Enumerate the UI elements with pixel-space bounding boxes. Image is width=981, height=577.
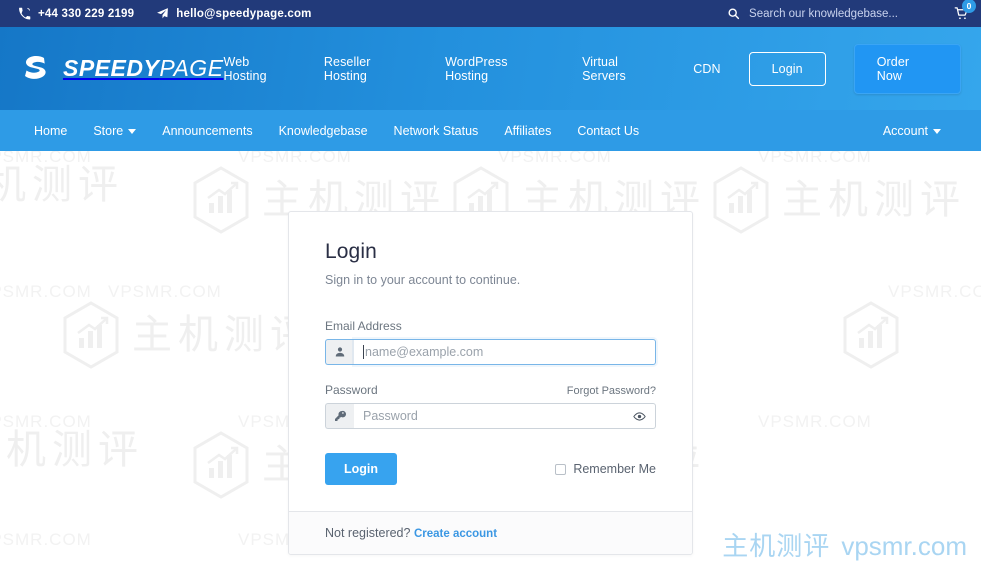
subnav-label: Contact Us	[577, 123, 640, 138]
subnav-label: Affiliates	[504, 123, 552, 138]
nav-item-web-hosting[interactable]: Web Hosting	[224, 55, 296, 83]
login-card: Login Sign in to your account to continu…	[288, 211, 693, 555]
order-now-button[interactable]: Order Now	[853, 43, 961, 94]
remember-me-checkbox[interactable]	[555, 463, 567, 475]
subnav-item-contact-us[interactable]: Contact Us	[577, 124, 639, 138]
chevron-down-icon	[128, 129, 137, 134]
subnav-item-announcements[interactable]: Announcements	[162, 124, 252, 138]
email-input-group[interactable]: name@example.com	[325, 339, 656, 365]
password-label: Password	[325, 383, 378, 397]
subnav-label: Network Status	[393, 123, 479, 138]
subnav-item-store[interactable]: Store	[93, 123, 137, 138]
watermark-en: vpsmr.com	[841, 531, 967, 561]
password-label-row: Password Forgot Password?	[325, 383, 656, 403]
brand-name-bold: SPEEDY	[63, 55, 160, 81]
login-submit-button[interactable]: Login	[325, 453, 398, 485]
subnav-label: Knowledgebase	[278, 123, 368, 138]
nav-item-wordpress-hosting[interactable]: WordPress Hosting	[445, 55, 554, 83]
brand-name-light: PAGE	[159, 55, 224, 81]
key-icon	[334, 410, 346, 422]
page-subtitle: Sign in to your account to continue.	[325, 273, 521, 287]
password-field[interactable]: Password	[354, 403, 656, 429]
remember-me-control[interactable]: Remember Me	[555, 462, 656, 476]
phone-number: +44 330 229 2199	[38, 7, 135, 20]
cart-button[interactable]: 0	[954, 0, 976, 21]
email-contact[interactable]: hello@speedypage.com	[156, 7, 311, 20]
paper-plane-icon	[156, 7, 169, 20]
cart-count-badge: 0	[962, 0, 976, 13]
remember-me-label: Remember Me	[573, 462, 656, 476]
main-content: Login Sign in to your account to continu…	[0, 151, 981, 577]
password-input-group[interactable]: Password	[325, 403, 656, 429]
nav-item-cdn[interactable]: CDN	[693, 62, 720, 76]
key-icon-prefix	[325, 403, 354, 429]
phone-contact[interactable]: +44 330 229 2199	[18, 7, 134, 20]
knowledgebase-search[interactable]: Search our knowledgebase...	[727, 7, 898, 20]
subnav-item-affiliates[interactable]: Affiliates	[504, 124, 551, 138]
search-input[interactable]: Search our knowledgebase...	[749, 8, 898, 20]
secondary-nav: Home Store Announcements Knowledgebase N…	[0, 110, 981, 151]
search-icon	[727, 7, 740, 20]
page-title: Login	[325, 240, 377, 263]
create-account-link[interactable]: Create account	[414, 528, 497, 540]
account-label: Account	[882, 123, 928, 138]
subnav-item-home[interactable]: Home	[34, 124, 67, 138]
login-card-body: Login Sign in to your account to continu…	[289, 212, 692, 511]
subnav-label: Store	[93, 123, 124, 138]
not-registered-text: Not registered?	[325, 526, 411, 540]
chevron-down-icon	[933, 129, 941, 134]
header-login-button[interactable]: Login	[748, 51, 826, 86]
password-placeholder: Password	[363, 409, 418, 423]
brand-logo[interactable]: SPEEDYPAGE	[22, 54, 224, 84]
site-watermark: 主机测评 vpsmr.com	[722, 526, 967, 563]
eye-icon	[633, 410, 646, 423]
subnav-label: Home	[34, 123, 68, 138]
user-icon-prefix	[325, 339, 354, 365]
email-address: hello@speedypage.com	[176, 7, 312, 20]
main-header: SPEEDYPAGE Web Hosting Reseller Hosting …	[0, 27, 981, 110]
email-label: Email Address	[325, 319, 402, 333]
subnav-label: Announcements	[162, 123, 253, 138]
utility-topbar: +44 330 229 2199 hello@speedypage.com Se…	[0, 0, 981, 27]
forgot-password-link[interactable]: Forgot Password?	[567, 385, 656, 397]
text-cursor	[363, 345, 364, 359]
speedypage-s-icon	[22, 54, 50, 84]
user-icon	[334, 346, 346, 358]
phone-icon	[18, 7, 31, 20]
page-root: 主机测评 主机测评 主机测评 主	[0, 0, 981, 577]
subnav-item-network-status[interactable]: Network Status	[394, 124, 479, 138]
toggle-password-visibility-button[interactable]	[633, 410, 646, 423]
email-placeholder: name@example.com	[365, 345, 484, 359]
subnav-item-knowledgebase[interactable]: Knowledgebase	[279, 124, 368, 138]
nav-item-reseller-hosting[interactable]: Reseller Hosting	[324, 55, 417, 83]
brand-name: SPEEDYPAGE	[63, 55, 224, 82]
login-actions: Login Remember Me	[325, 453, 656, 485]
primary-nav: Web Hosting Reseller Hosting WordPress H…	[224, 43, 961, 94]
email-field[interactable]: name@example.com	[354, 339, 656, 365]
nav-item-virtual-servers[interactable]: Virtual Servers	[582, 55, 665, 83]
watermark-cn: 主机测评	[722, 532, 831, 562]
account-menu[interactable]: Account	[883, 124, 941, 138]
login-card-footer: Not registered? Create account	[289, 511, 692, 554]
